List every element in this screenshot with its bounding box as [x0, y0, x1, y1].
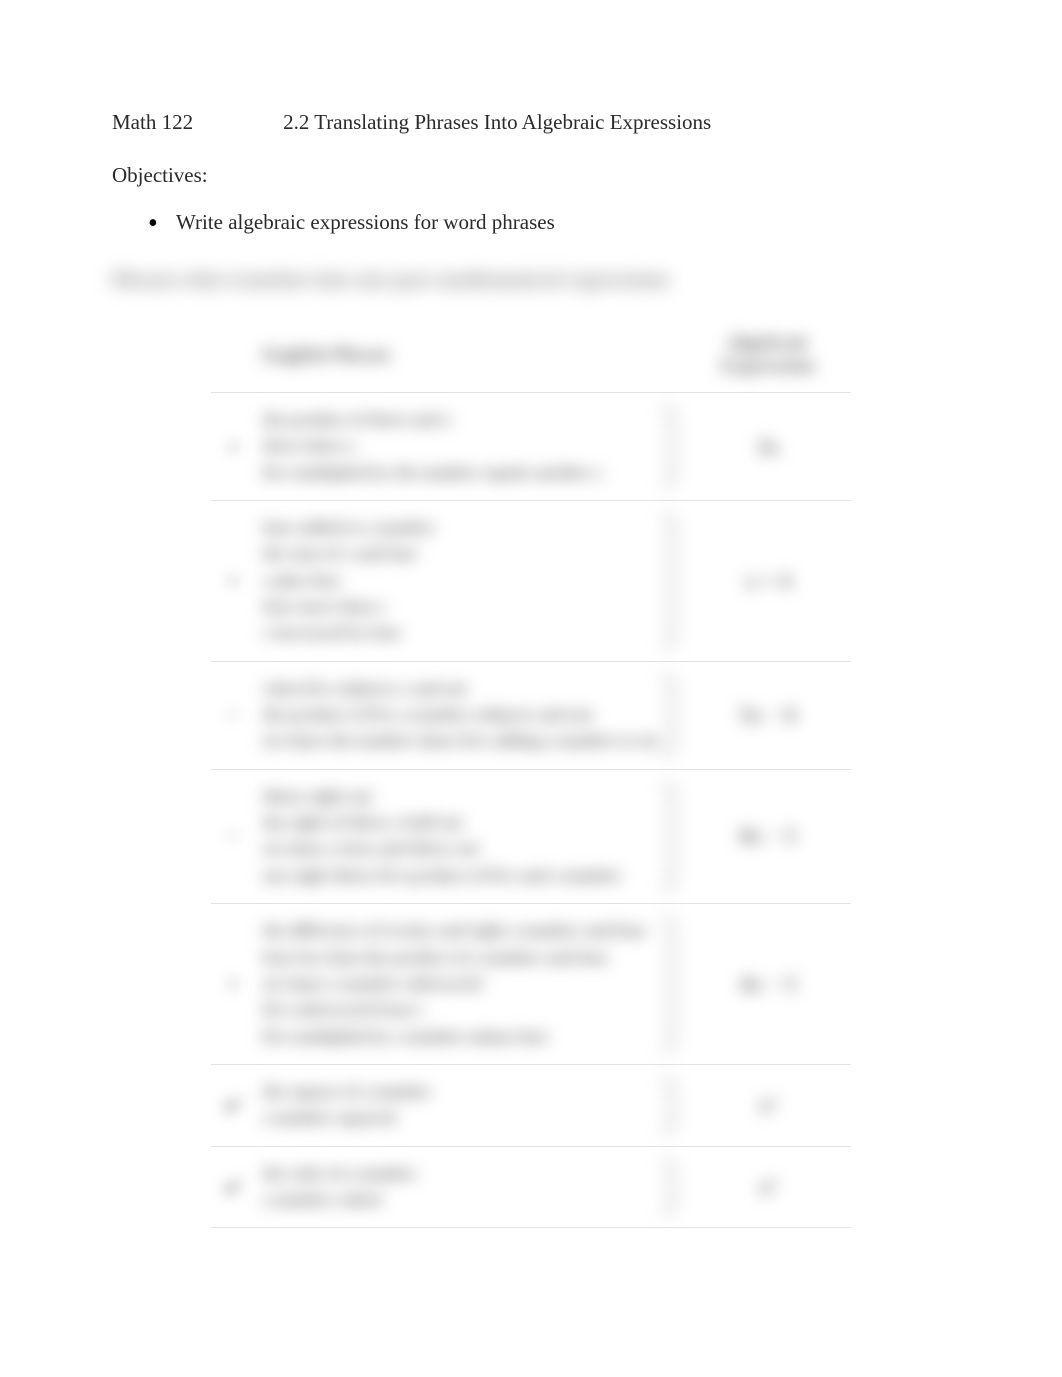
header-expression: Algebraic Expression	[685, 322, 851, 393]
table-row: x²the square of a numbera number squared…	[211, 1064, 851, 1146]
phrase-line: five multiplied by a number minus four	[263, 1024, 659, 1050]
objective-item: Write algebraic expressions for word phr…	[154, 210, 950, 235]
table-header-row: English Phrase Algebraic Expression	[211, 322, 851, 393]
phrase-line: the square of a number	[263, 1079, 659, 1105]
course-label: Math 122	[112, 110, 193, 135]
expression-cell: 4x − 5	[685, 904, 851, 1065]
header-op	[211, 322, 255, 393]
expression-cell: 8x − 5	[685, 769, 851, 903]
operation-cell: +	[211, 501, 255, 662]
phrase-cell: the square of a numbera number squared	[255, 1064, 685, 1146]
brace-icon	[663, 918, 673, 1050]
phrase-line: four added to a number	[263, 515, 659, 541]
blurred-content-region: Phrases that translate into one-part mat…	[112, 269, 950, 1228]
operation-cell: −	[211, 661, 255, 769]
phrase-line: when five subjects x and out	[263, 676, 659, 702]
phrase-block: thirty eight outthe eight of thirty a ha…	[263, 784, 677, 889]
phrase-block: four added to a numberthe sum of x and f…	[263, 515, 677, 647]
table-row: −thirty eight outthe eight of thirty a h…	[211, 769, 851, 903]
phrase-line: the difference of twenty and eight a num…	[263, 918, 659, 944]
phrase-line: the cube of a number	[263, 1161, 659, 1187]
brace-icon	[663, 515, 673, 647]
expression-cell: x³	[685, 1146, 851, 1228]
phrase-cell: four added to a numberthe sum of x and f…	[255, 501, 685, 662]
brace-icon	[663, 1079, 673, 1132]
phrase-line: six times the number times five adding a…	[263, 728, 659, 754]
document-header: Math 122 2.2 Translating Phrases Into Al…	[112, 110, 950, 135]
phrase-line: x increased by four	[263, 620, 659, 646]
header-phrase: English Phrase	[255, 322, 685, 393]
table-row: −when five subjects x and outthe product…	[211, 661, 851, 769]
phrase-line: the product of three and x	[263, 407, 659, 433]
phrase-block: when five subjects x and outthe product …	[263, 676, 677, 755]
table-row: x³the cube of a numbera number cubedx³	[211, 1146, 851, 1228]
phrase-line: a number squared	[263, 1105, 659, 1131]
phrase-line: thirty eight out	[263, 784, 659, 810]
phrase-cell: the product of three and xthree times xf…	[255, 393, 685, 501]
phrase-line: the product of five a number subjects an…	[263, 702, 659, 728]
objectives-list: Write algebraic expressions for word phr…	[112, 210, 950, 235]
phrase-line: five subtracted from x	[263, 997, 659, 1023]
phrase-line: four less than the product of a number a…	[263, 945, 659, 971]
operation-cell: +	[211, 393, 255, 501]
table-row: ÷ the difference of twenty and eight a nu…	[211, 904, 851, 1065]
phrase-block: the square of a numbera number squared	[263, 1079, 677, 1132]
table-row: +the product of three and xthree times x…	[211, 393, 851, 501]
operation-cell: −	[211, 769, 255, 903]
phrase-line: six times a number subtracted	[263, 971, 659, 997]
phrase-cell: thirty eight outthe eight of thirty a ha…	[255, 769, 685, 903]
operation-cell: x²	[211, 1064, 255, 1146]
phrase-cell: the difference of twenty and eight a num…	[255, 904, 685, 1065]
table-row: +four added to a numberthe sum of x and …	[211, 501, 851, 662]
phrase-line: one eight thirty five product of five an…	[263, 863, 659, 889]
phrase-line: a number cubed	[263, 1187, 659, 1213]
phrase-block: the cube of a numbera number cubed	[263, 1161, 677, 1214]
phrase-line: four more than x	[263, 594, 659, 620]
brace-icon	[663, 676, 673, 755]
phrase-line: six times a beta and thirty out	[263, 836, 659, 862]
brace-icon	[663, 1161, 673, 1214]
phrase-block: the product of three and xthree times xf…	[263, 407, 677, 486]
expression-cell: x²	[685, 1064, 851, 1146]
phrase-cell: when five subjects x and outthe product …	[255, 661, 685, 769]
brace-icon	[663, 407, 673, 486]
phrase-line: x plus four	[263, 568, 659, 594]
phrase-block: the difference of twenty and eight a num…	[263, 918, 677, 1050]
operation-cell: x³	[211, 1146, 255, 1228]
operation-cell: ÷	[211, 904, 255, 1065]
expression-cell: 3x	[685, 393, 851, 501]
section-title: 2.2 Translating Phrases Into Algebraic E…	[283, 110, 711, 135]
phrase-line: the eight of thirty a half out	[263, 810, 659, 836]
phrase-line: five multiplied by the number equals ano…	[263, 460, 659, 486]
phrase-table: English Phrase Algebraic Expression +the…	[211, 322, 851, 1228]
intro-text: Phrases that translate into one-part mat…	[112, 269, 950, 292]
expression-cell: x + 4	[685, 501, 851, 662]
phrase-cell: the cube of a numbera number cubed	[255, 1146, 685, 1228]
objectives-heading: Objectives:	[112, 163, 950, 188]
expression-cell: 5x − 6	[685, 661, 851, 769]
phrase-line: the sum of x and four	[263, 541, 659, 567]
phrase-line: three times x	[263, 433, 659, 459]
brace-icon	[663, 784, 673, 889]
